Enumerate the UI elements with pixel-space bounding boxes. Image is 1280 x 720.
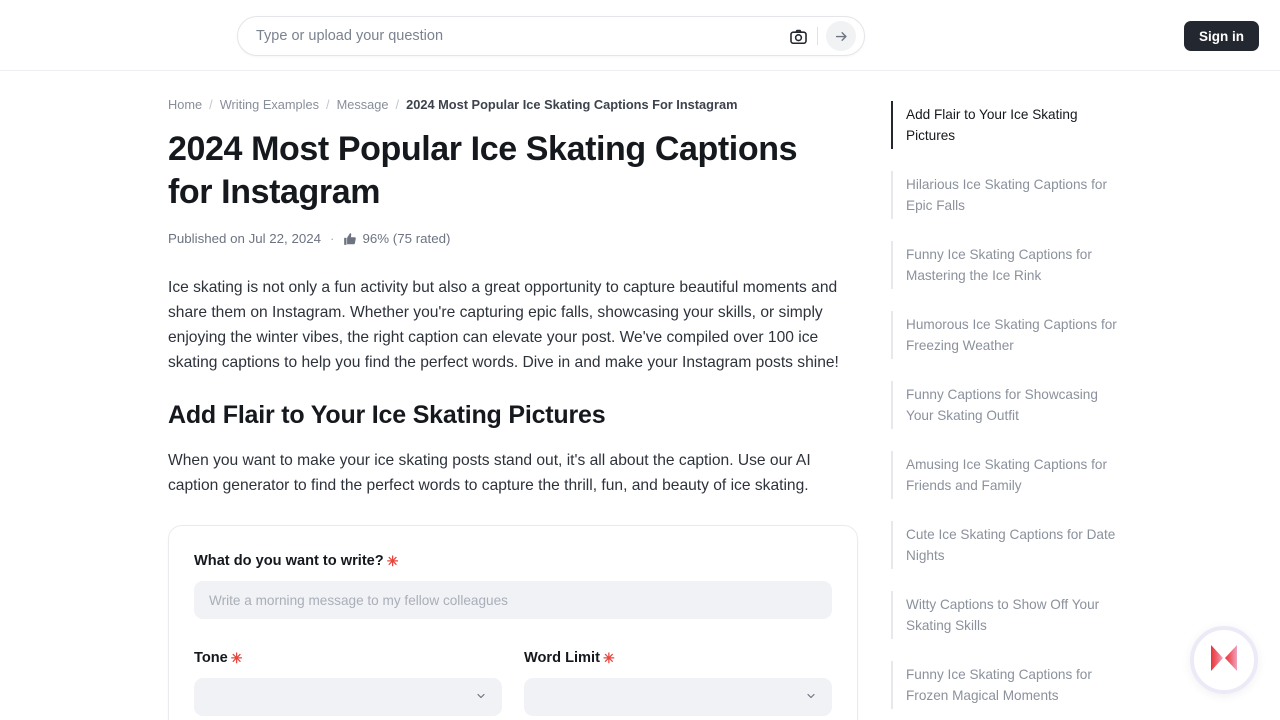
breadcrumb-separator: / bbox=[209, 97, 213, 112]
tone-select[interactable] bbox=[194, 678, 502, 716]
main-content: Home / Writing Examples / Message / 2024… bbox=[168, 97, 858, 720]
table-of-contents: Add Flair to Your Ice Skating Pictures H… bbox=[891, 97, 1123, 720]
prompt-label-text: What do you want to write? bbox=[194, 553, 384, 569]
breadcrumb-separator: / bbox=[396, 97, 400, 112]
word-limit-field: Word Limit ✳ bbox=[524, 650, 832, 716]
chevron-down-icon bbox=[805, 690, 817, 705]
toc-item-1[interactable]: Hilarious Ice Skating Captions for Epic … bbox=[891, 171, 1123, 219]
meta-separator: · bbox=[330, 231, 334, 246]
breadcrumb-item-message[interactable]: Message bbox=[337, 97, 389, 112]
search-input[interactable] bbox=[256, 17, 787, 55]
prompt-input[interactable] bbox=[194, 581, 832, 619]
intro-paragraph: Ice skating is not only a fun activity b… bbox=[168, 275, 858, 375]
page-title: 2024 Most Popular Ice Skating Captions f… bbox=[168, 128, 848, 214]
floating-assistant-button[interactable] bbox=[1190, 626, 1258, 694]
breadcrumb: Home / Writing Examples / Message / 2024… bbox=[168, 97, 858, 112]
breadcrumb-separator: / bbox=[326, 97, 330, 112]
page-body: Home / Writing Examples / Message / 2024… bbox=[0, 71, 1280, 720]
breadcrumb-item-home[interactable]: Home bbox=[168, 97, 202, 112]
app-header: Sign in bbox=[0, 0, 1280, 71]
section-paragraph: When you want to make your ice skating p… bbox=[168, 448, 858, 498]
section-heading: Add Flair to Your Ice Skating Pictures bbox=[168, 401, 858, 430]
prompt-field-label: What do you want to write? ✳ bbox=[194, 553, 832, 569]
toc-item-7[interactable]: Witty Captions to Show Off Your Skating … bbox=[891, 591, 1123, 639]
toc-item-0[interactable]: Add Flair to Your Ice Skating Pictures bbox=[891, 101, 1123, 149]
search-submit-button[interactable] bbox=[826, 21, 856, 51]
article-meta: Published on Jul 22, 2024 · 96% (75 rate… bbox=[168, 231, 858, 246]
sign-in-button[interactable]: Sign in bbox=[1184, 21, 1259, 51]
required-asterisk-icon: ✳ bbox=[387, 554, 399, 568]
toc-item-6[interactable]: Cute Ice Skating Captions for Date Night… bbox=[891, 521, 1123, 569]
word-limit-field-label: Word Limit ✳ bbox=[524, 650, 832, 666]
butterfly-logo-icon bbox=[1209, 644, 1239, 677]
toc-item-3[interactable]: Humorous Ice Skating Captions for Freezi… bbox=[891, 311, 1123, 359]
thumbs-up-icon bbox=[343, 232, 357, 246]
toc-item-5[interactable]: Amusing Ice Skating Captions for Friends… bbox=[891, 451, 1123, 499]
chevron-down-icon bbox=[475, 690, 487, 705]
required-asterisk-icon: ✳ bbox=[603, 651, 615, 665]
toc-item-4[interactable]: Funny Captions for Showcasing Your Skati… bbox=[891, 381, 1123, 429]
tone-field: Tone ✳ bbox=[194, 650, 502, 716]
word-limit-select[interactable] bbox=[524, 678, 832, 716]
camera-icon[interactable] bbox=[787, 25, 809, 47]
tone-label-text: Tone bbox=[194, 650, 228, 666]
rating-value: 96% (75 rated) bbox=[362, 231, 450, 246]
generator-form-card: What do you want to write? ✳ Tone ✳ bbox=[168, 525, 858, 720]
search-bar[interactable] bbox=[237, 16, 865, 56]
form-options-row: Tone ✳ Word Limit bbox=[194, 650, 832, 716]
breadcrumb-item-current: 2024 Most Popular Ice Skating Captions F… bbox=[406, 97, 737, 112]
tone-field-label: Tone ✳ bbox=[194, 650, 502, 666]
required-asterisk-icon: ✳ bbox=[231, 651, 243, 665]
toc-item-2[interactable]: Funny Ice Skating Captions for Mastering… bbox=[891, 241, 1123, 289]
published-date: Published on Jul 22, 2024 bbox=[168, 231, 321, 246]
breadcrumb-item-writing-examples[interactable]: Writing Examples bbox=[220, 97, 319, 112]
search-divider bbox=[817, 27, 818, 45]
word-limit-label-text: Word Limit bbox=[524, 650, 600, 666]
toc-item-8[interactable]: Funny Ice Skating Captions for Frozen Ma… bbox=[891, 661, 1123, 709]
